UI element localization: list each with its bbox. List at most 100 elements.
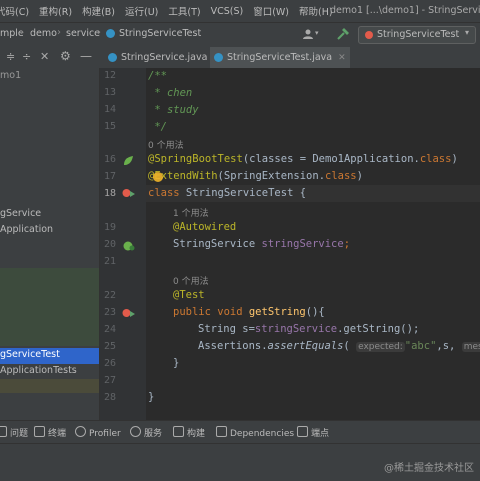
line-number: 19 [103,222,116,233]
tool-terminal[interactable]: 终端 [34,426,66,439]
tool-build[interactable]: 构建 [173,426,205,439]
spring-leaf-icon[interactable] [122,155,134,167]
close-tab-icon[interactable]: ✕ [338,53,346,63]
tree-item-applicationtests[interactable]: ApplicationTests [0,365,77,376]
code-text: ) [451,153,458,165]
tool-window-bar: 问题 终端 Profiler 服务 构建 Dependencies 端点 [0,420,480,443]
code-text: { [299,187,307,199]
editor-gutter: 12 13 14 15 16 17 18 19 20 21 22 23 24 2… [100,68,146,420]
chevron-down-icon: ▾ [464,28,469,37]
keyword: class [148,187,180,199]
code-line-19: @Autowired [173,221,236,233]
tree-item-module[interactable]: mo1 [0,70,21,81]
chevron-right-icon: › [57,27,61,38]
comment: * chen [148,87,193,99]
tool-services[interactable]: 服务 [130,426,162,439]
tool-endpoints[interactable]: 端点 [297,426,329,439]
autowired-bean-icon[interactable] [122,240,136,252]
line-number: 16 [103,154,116,165]
tool-label: 服务 [144,429,163,439]
code-editor[interactable]: /** * chen * study */ 0 个用法 @SpringBootT… [146,68,480,420]
code-text: ; [343,238,351,250]
method-name: getString [248,306,306,318]
java-class-icon [214,53,223,62]
code-text: String s= [198,323,255,335]
field: stringService [261,238,344,250]
java-class-icon [108,53,117,62]
tool-dependencies[interactable]: Dependencies [216,426,294,439]
endpoints-icon [297,426,308,437]
keyword: public void [173,306,249,318]
tool-label: 终端 [48,429,67,439]
menu-window[interactable]: 窗口(W) [253,4,289,18]
tool-problems[interactable]: 问题 [0,426,28,439]
line-number: 22 [103,290,116,301]
intention-bulb-icon[interactable] [153,172,163,182]
run-test-icon[interactable] [122,308,136,320]
code-text: Assertions. [198,340,268,352]
tab-stringservice[interactable]: StringService.java ✕ [104,47,225,68]
tab-label: StringServiceTest.java [227,52,333,63]
keyword: class [419,153,452,165]
usages-hint[interactable]: 0 个用法 [148,138,184,151]
profiler-icon [75,426,86,437]
breadcrumb-class[interactable]: StringServiceTest [119,28,201,39]
code-line-22: @Test [173,289,205,301]
menu-build[interactable]: 构建(B) [82,4,115,18]
code-text: (classes = Demo1Application. [242,153,420,165]
usages-hint[interactable]: 1 个用法 [173,206,209,219]
tool-label: 问题 [10,429,29,439]
field: stringService [254,323,338,335]
line-number: 17 [103,171,116,182]
comment: /** [148,70,167,82]
run-test-icon[interactable] [122,188,136,200]
tool-label: 构建 [187,429,206,439]
minimize-icon[interactable]: — [80,49,92,63]
method-call: assertEquals [267,340,344,352]
build-hammer-icon[interactable] [336,27,350,41]
usages-hint[interactable]: 0 个用法 [173,274,209,287]
tab-label: StringService.java [121,52,208,63]
menu-help[interactable]: 帮助(H) [299,4,333,18]
menu-run[interactable]: 运行(U) [125,4,158,18]
code-line-23: public void getString(){ [173,306,325,318]
gear-icon[interactable]: ⚙ [60,49,71,63]
test-config-icon [365,31,373,39]
keyword: class [325,170,357,182]
tree-item-stringservice[interactable]: gService [0,208,41,219]
menu-vcs[interactable]: VCS(S) [211,6,244,17]
collapse-all-icon[interactable]: ≑ [6,50,15,63]
test-folder-highlight [0,268,99,346]
breadcrumb-service[interactable]: service [66,28,100,39]
menu-tools[interactable]: 工具(T) [168,4,200,18]
menu-refactor[interactable]: 重构(R) [39,4,72,18]
line-number: 21 [103,256,116,267]
breadcrumb-demo[interactable]: demo [30,28,57,39]
tool-profiler[interactable]: Profiler [75,426,121,439]
annotation: @SpringBootTest [148,153,243,165]
code-text: ) [356,170,363,182]
line-number: 15 [103,121,116,132]
parameter-hint: expected: [356,342,405,352]
code-line-14: * study [148,104,198,116]
menu-code[interactable]: 代码(C) [0,4,29,18]
code-line-17: @ExtendWith(SpringExtension.class) [148,170,363,182]
annotation: @Autowired [173,221,237,233]
parameter-hint: mess [461,342,480,352]
tree-item-application[interactable]: Application [0,224,53,235]
line-number: 20 [103,239,116,250]
expand-icon[interactable]: ÷ [22,50,31,63]
tool-label: Dependencies [230,429,295,439]
close-icon[interactable]: ✕ [40,50,49,63]
chevron-right-icon: › [20,27,24,38]
user-icon[interactable] [302,28,314,40]
tree-item-stringservicetest[interactable]: gServiceTest [0,349,60,360]
chevron-right-icon: › [97,27,101,38]
code-line-25: Assertions.assertEquals( expected: "abc",… [198,340,480,352]
tab-stringservicetest[interactable]: StringServiceTest.java ✕ [210,47,350,70]
code-text: .getString(); [337,323,420,335]
code-text: } [173,357,180,369]
chevron-down-icon[interactable]: ▾ [315,29,319,37]
run-configuration-select[interactable]: StringServiceTest ▾ [358,26,476,44]
editor-tab-bar: ≑ ÷ ✕ ⚙ — StringService.java ✕ StringSer… [0,47,480,70]
